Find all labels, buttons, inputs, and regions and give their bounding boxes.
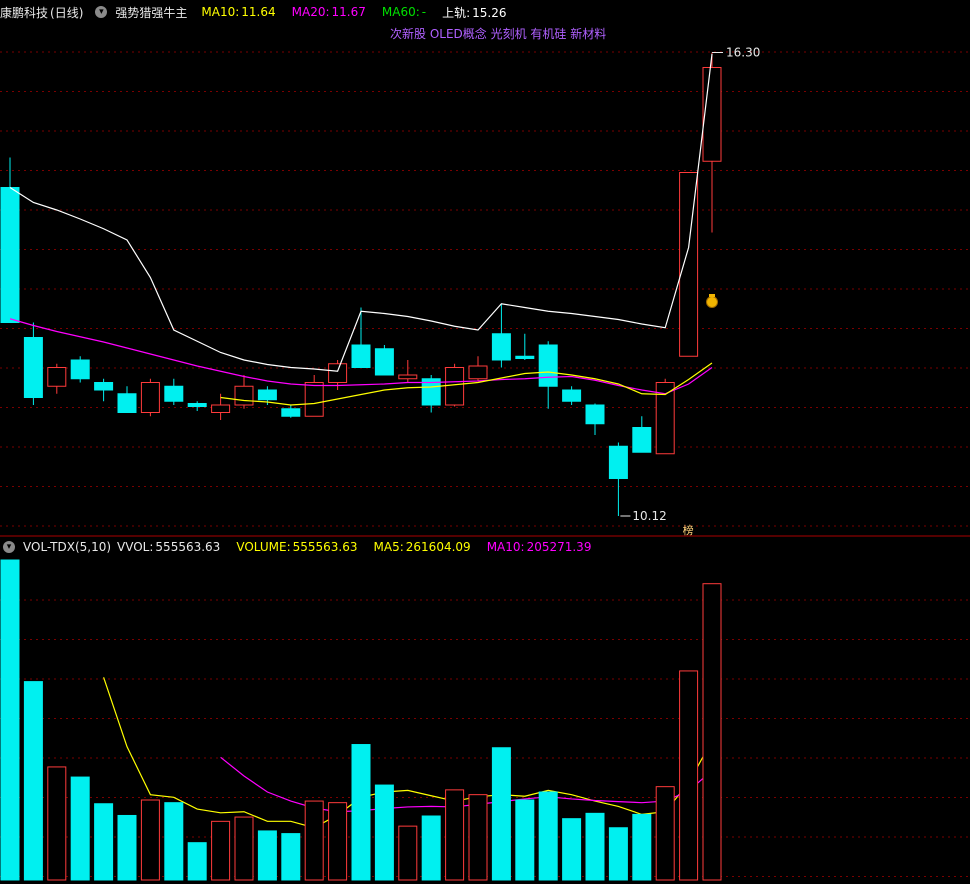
- volume-bar: [374, 784, 394, 881]
- list-tag-label[interactable]: 榜: [683, 523, 694, 537]
- kline-chart[interactable]: 16.30 10.12 榜: [0, 0, 970, 884]
- candle-body: [117, 393, 137, 413]
- candle-body: [164, 385, 184, 402]
- volume-bar: [702, 583, 722, 881]
- candle-body: [257, 389, 277, 401]
- volume-bar: [304, 800, 324, 881]
- volume-bar: [632, 813, 652, 881]
- candle-body: [304, 382, 324, 417]
- volume-bar: [585, 812, 605, 881]
- volume-bar: [94, 803, 114, 881]
- candle-body: [234, 385, 254, 406]
- price-grid: [0, 51, 970, 877]
- candle-body: [374, 348, 394, 376]
- volume-bar: [328, 802, 348, 881]
- volume-bar: [164, 802, 184, 881]
- candle-body: [211, 404, 231, 413]
- volume-ma10-line: [220, 756, 713, 813]
- volume-bar: [70, 776, 90, 881]
- volume-bar: [281, 833, 301, 881]
- candle-body: [702, 67, 722, 162]
- volume-bar: [445, 789, 465, 881]
- money-bag-icon: [706, 296, 718, 308]
- candle-body: [351, 344, 371, 368]
- candle-body: [187, 403, 207, 407]
- volume-bar: [187, 842, 207, 881]
- candle-body: [281, 408, 301, 417]
- volume-bar: [0, 559, 20, 881]
- candle-body: [445, 367, 465, 406]
- candle-body: [515, 355, 535, 359]
- volume-bar: [468, 794, 488, 881]
- volume-bar: [515, 799, 535, 881]
- candle-body: [398, 374, 418, 380]
- volume-bar: [117, 814, 137, 881]
- candle-body: [585, 404, 605, 425]
- candle-body: [538, 344, 558, 387]
- volume-bar: [23, 681, 43, 881]
- volume-bar: [234, 816, 254, 881]
- candle-body: [632, 427, 652, 453]
- volume-bar: [398, 825, 418, 881]
- volume-bar: [608, 827, 628, 881]
- candle-body: [47, 367, 67, 387]
- candle-body: [562, 389, 582, 402]
- high-price-label: 16.30: [726, 46, 760, 60]
- candle-body: [0, 187, 20, 323]
- volume-bar: [679, 670, 699, 881]
- candle-body: [94, 382, 114, 391]
- low-price-label: 10.12: [632, 509, 666, 523]
- candle-body: [23, 337, 43, 398]
- volume-ma5-line: [103, 677, 713, 829]
- volume-bar: [655, 786, 675, 881]
- volume-bars: [0, 559, 722, 881]
- candle-body: [140, 382, 160, 413]
- volume-bar: [538, 791, 558, 881]
- volume-bar: [47, 766, 67, 881]
- candle-body: [468, 365, 488, 380]
- candle-body: [608, 445, 628, 479]
- candle-body: [328, 363, 348, 383]
- volume-bar: [491, 747, 511, 881]
- volume-bar: [257, 830, 277, 881]
- volume-bar: [351, 744, 371, 881]
- volume-bar: [140, 799, 160, 881]
- candlesticks: [0, 52, 722, 516]
- candle-body: [491, 333, 511, 361]
- candle-body: [70, 359, 90, 380]
- volume-bar: [562, 818, 582, 881]
- volume-bar: [211, 820, 231, 881]
- volume-bar: [421, 815, 441, 881]
- money-bag-tie: [709, 294, 715, 297]
